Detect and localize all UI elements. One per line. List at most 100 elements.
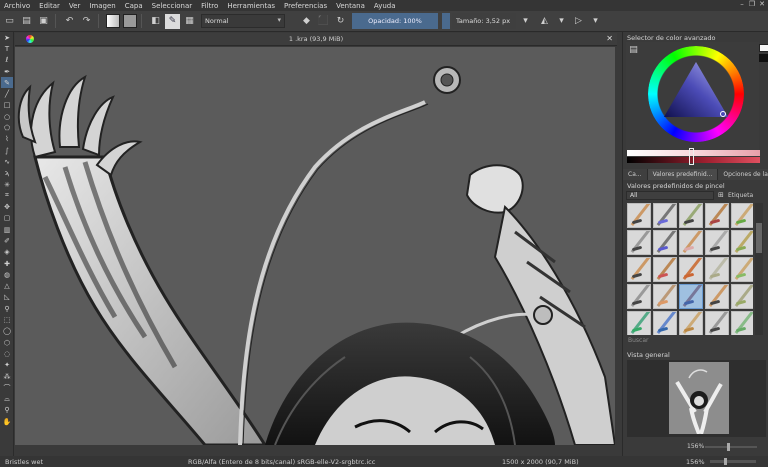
similar-select-icon[interactable]: ⁂	[1, 371, 13, 382]
menu-archivo[interactable]: Archivo	[4, 2, 30, 10]
preset-tag-select[interactable]: All	[626, 191, 714, 200]
brush-preset[interactable]	[653, 257, 677, 282]
measure-icon[interactable]: ◺	[1, 292, 13, 303]
brush-preset[interactable]	[679, 257, 703, 282]
brush-preset[interactable]	[731, 257, 753, 282]
bezier-select-icon[interactable]: ⌒	[1, 382, 13, 393]
move-icon[interactable]: ✥	[1, 201, 13, 212]
brush-preset[interactable]	[627, 311, 651, 335]
fg-bg-color-icon[interactable]: ◧	[148, 14, 163, 29]
brush-preset-selected[interactable]	[679, 284, 703, 309]
ellipse-select-icon[interactable]: ◯	[1, 326, 13, 337]
dynamic-brush-icon[interactable]: ϡ	[1, 168, 13, 179]
brush-icon[interactable]: ✎	[1, 77, 13, 89]
multibrush-icon[interactable]: ✳	[1, 179, 13, 190]
brush-preset[interactable]	[653, 311, 677, 335]
reload-preset-icon[interactable]: ↻	[333, 14, 348, 29]
minimize-icon[interactable]: –	[738, 0, 746, 8]
pattern-selector[interactable]	[123, 14, 137, 28]
menu-herramientas[interactable]: Herramientas	[227, 2, 275, 10]
tab-tool-options[interactable]: Opciones de la...	[718, 169, 768, 180]
brush-preset[interactable]	[627, 284, 651, 309]
brush-preset[interactable]	[627, 257, 651, 282]
overview-panel[interactable]	[627, 360, 766, 437]
brush-preset[interactable]	[705, 311, 729, 335]
pan-icon[interactable]: ✋	[1, 416, 13, 427]
polygon-icon[interactable]: ⬠	[1, 122, 13, 133]
rect-select-icon[interactable]: ⬚	[1, 314, 13, 325]
freehand-select-icon[interactable]: ◌	[1, 348, 13, 359]
freehand-path-icon[interactable]: ∿	[1, 156, 13, 167]
preset-search-input[interactable]: Buscar	[628, 337, 649, 344]
reference-icon[interactable]: ⚲	[1, 303, 13, 314]
undo-icon[interactable]: ↶	[62, 14, 77, 29]
brush-preset-icon[interactable]: ✎	[165, 13, 180, 29]
size-slider[interactable]: Tamaño: 3,52 px	[452, 13, 516, 29]
mirror-horizontal-icon[interactable]: ◭	[537, 14, 552, 29]
polyline-icon[interactable]: ⌇	[1, 134, 13, 145]
brush-preset[interactable]	[731, 311, 753, 335]
ellipse-icon[interactable]: ○	[1, 111, 13, 122]
redo-icon[interactable]: ↷	[79, 14, 94, 29]
close-icon[interactable]: ✕	[606, 34, 613, 43]
pointer-icon[interactable]: ➤	[1, 32, 13, 43]
colorize-mask-icon[interactable]: ◈	[1, 247, 13, 258]
preserve-alpha-icon[interactable]: ⬛	[316, 14, 331, 29]
vertical-scrollbar[interactable]	[615, 47, 622, 445]
fill-icon[interactable]: ◍	[1, 269, 13, 280]
edit-shapes-icon[interactable]: ✒	[1, 66, 13, 77]
menu-preferencias[interactable]: Preferencias	[284, 2, 327, 10]
crop-icon[interactable]: ⌗	[1, 190, 13, 201]
transform-icon[interactable]: ▢	[1, 213, 13, 224]
brush-preset[interactable]	[653, 203, 677, 228]
tab-color[interactable]: Ca...	[623, 169, 648, 180]
color-picker-icon[interactable]: ✐	[1, 235, 13, 246]
brush-preset[interactable]	[731, 284, 753, 309]
new-document-icon[interactable]: ▭	[2, 14, 17, 29]
chevron-down-icon[interactable]: ▾	[518, 14, 533, 29]
brush-preset[interactable]	[705, 230, 729, 255]
brush-preset[interactable]	[731, 203, 753, 228]
menu-seleccionar[interactable]: Seleccionar	[152, 2, 193, 10]
canvas[interactable]	[15, 47, 615, 445]
restore-icon[interactable]: ❐	[748, 0, 756, 8]
saturation-value-triangle[interactable]	[626, 42, 759, 150]
brush-preset[interactable]	[679, 311, 703, 335]
menu-capa[interactable]: Capa	[125, 2, 143, 10]
gradient-icon[interactable]: ▥	[1, 224, 13, 235]
advanced-color-selector[interactable]: ▤	[626, 42, 759, 150]
brush-preset[interactable]	[653, 230, 677, 255]
close-icon[interactable]: ✕	[758, 0, 766, 8]
chevron-down-icon[interactable]: ▾	[588, 14, 603, 29]
rectangle-icon[interactable]: □	[1, 100, 13, 111]
preset-scrollbar[interactable]	[755, 203, 763, 335]
menu-ver[interactable]: Ver	[69, 2, 80, 10]
mirror-vertical-icon[interactable]: ▷	[571, 14, 586, 29]
opacity-slider[interactable]: Opacidad: 100%	[352, 13, 438, 29]
menu-ayuda[interactable]: Ayuda	[374, 2, 396, 10]
zoom-slider[interactable]	[710, 458, 756, 465]
brush-preset[interactable]	[653, 284, 677, 309]
tab-brush-presets[interactable]: Valores predefinid...	[647, 169, 719, 180]
brush-preset[interactable]	[679, 203, 703, 228]
contiguous-select-icon[interactable]: ✦	[1, 360, 13, 371]
magnetic-select-icon[interactable]: ⌓	[1, 394, 13, 405]
assistant-icon[interactable]: △	[1, 281, 13, 292]
menu-ventana[interactable]: Ventana	[336, 2, 365, 10]
gradient-selector[interactable]	[106, 14, 120, 28]
horizontal-scrollbar[interactable]	[15, 445, 622, 455]
menu-editar[interactable]: Editar	[39, 2, 60, 10]
fg-bg-swatch[interactable]	[759, 44, 768, 64]
polygon-select-icon[interactable]: ⬡	[1, 337, 13, 348]
line-icon[interactable]: ╱	[1, 88, 13, 99]
smart-patch-icon[interactable]: ✚	[1, 258, 13, 269]
brush-preset[interactable]	[627, 230, 651, 255]
brush-preset[interactable]	[627, 203, 651, 228]
document-tab[interactable]: 1 .kra (93,9 MiB) ✕	[15, 33, 617, 46]
calligraphy-icon[interactable]: ℓ	[1, 55, 13, 66]
brush-preset[interactable]	[705, 284, 729, 309]
open-document-icon[interactable]: ▤	[19, 14, 34, 29]
chevron-down-icon[interactable]: ▾	[554, 14, 569, 29]
save-icon[interactable]: ▣	[36, 14, 51, 29]
text-icon[interactable]: T	[1, 43, 13, 54]
